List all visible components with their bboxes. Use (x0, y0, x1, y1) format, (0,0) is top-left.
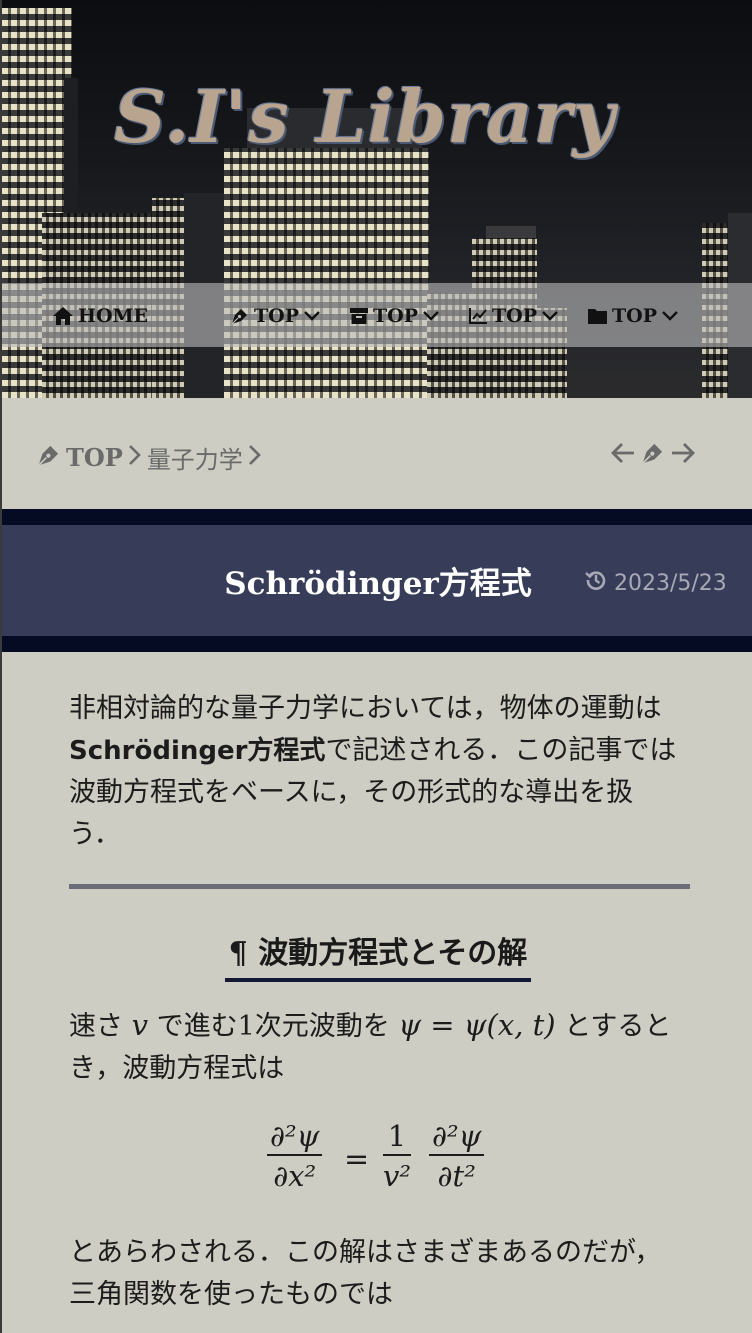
page: S.I's Library HOME TOP TOP TOP TOP TOP 量… (0, 0, 752, 1333)
solution-paragraph: とあらわされる．この解はさまざまあるのだが， 三角関数を使ったものでは (69, 1232, 694, 1316)
nav-home-label: HOME (78, 305, 149, 327)
nav-articles-label: TOP (254, 305, 299, 327)
rhs-numerator: ∂²ψ (432, 1119, 482, 1153)
nav-folders[interactable]: TOP (587, 303, 679, 329)
breadcrumb-category-link[interactable]: 量子力学 (147, 440, 243, 475)
nav-articles[interactable]: TOP (230, 303, 321, 329)
pen-icon[interactable] (640, 440, 666, 470)
lhs-numerator: ∂²ψ (270, 1119, 320, 1153)
intro-paragraph: 非相対論的な量子力学においては，物体の運動は Schrödinger方程式で記述… (69, 688, 694, 856)
schrodinger-term: Schrödinger方程式 (69, 736, 326, 766)
nav-archive-label: TOP (373, 305, 418, 327)
section-heading: ¶ 波動方程式とその解 (2, 928, 752, 982)
wave-text: 速さ (69, 1011, 132, 1042)
pen-icon (36, 442, 62, 474)
section-divider (69, 884, 690, 889)
wave-paragraph: 速さ v で進む1次元波動を ψ = ψ(x, t) とすると き，波動方程式は (69, 1004, 694, 1090)
solution-line: 三角関数を使ったものでは (69, 1279, 393, 1310)
breadcrumb-top-link[interactable]: TOP (66, 443, 123, 472)
title-band-bottom-border (2, 636, 752, 652)
coef-denominator: v² (383, 1159, 412, 1193)
nav-archive[interactable]: TOP (349, 303, 440, 329)
intro-line: 波動方程式をベースに，その形式的な導出を扱 (69, 777, 634, 808)
chevron-right-icon (127, 443, 143, 473)
hero-banner: S.I's Library HOME TOP TOP TOP TOP (2, 0, 752, 398)
intro-line-text: で記述される．この記事では (325, 735, 677, 766)
article-pager (610, 440, 696, 470)
breadcrumb: TOP 量子力学 (36, 440, 263, 475)
nav-charts-label: TOP (492, 305, 537, 327)
lhs-fraction: ∂²ψ ∂x² (267, 1118, 323, 1196)
archive-icon (349, 307, 369, 325)
arrow-right-icon[interactable] (668, 441, 696, 469)
rhs-denominator: ∂t² (437, 1159, 476, 1193)
intro-line: 非相対論的な量子力学においては，物体の運動は (69, 693, 662, 724)
wave-text: とすると (555, 1011, 672, 1042)
wave-equation: ∂²ψ ∂x² = 1 v² ∂²ψ ∂t² (267, 1118, 497, 1208)
lhs-denominator: ∂x² (273, 1159, 317, 1193)
chevron-down-icon (541, 310, 559, 322)
velocity-symbol: v (131, 1008, 148, 1042)
pen-icon (230, 306, 250, 326)
chart-line-icon (468, 307, 488, 325)
chevron-right-icon (247, 443, 263, 473)
nav-charts[interactable]: TOP (468, 303, 559, 329)
chevron-down-icon (303, 310, 321, 322)
site-title[interactable]: S.I's Library (114, 74, 616, 159)
main-nav: HOME TOP TOP TOP TOP (2, 283, 752, 347)
arrow-left-icon[interactable] (610, 441, 638, 469)
intro-line: Schrödinger方程式で記述される．この記事では (69, 730, 694, 772)
coef-numerator: 1 (387, 1119, 407, 1153)
wave-line: 速さ v で進む1次元波動を ψ = ψ(x, t) とすると (69, 1004, 694, 1048)
nav-home[interactable]: HOME (52, 303, 148, 329)
intro-line: う． (69, 819, 121, 850)
home-icon (52, 306, 74, 326)
equals-sign: = (344, 1142, 370, 1177)
wave-line: き，波動方程式は (69, 1053, 285, 1084)
folder-icon (587, 307, 608, 325)
chevron-down-icon (661, 310, 679, 322)
wave-text: で進む1次元波動を (147, 1011, 399, 1042)
post-date: 2023/5/23 (584, 568, 727, 598)
solution-line: とあらわされる．この解はさまざまあるのだが， (69, 1237, 662, 1268)
nav-folders-label: TOP (612, 305, 657, 327)
psi-definition: ψ = ψ(x, t) (398, 1008, 556, 1042)
chevron-down-icon (422, 310, 440, 322)
coefficient-fraction: 1 v² (383, 1118, 412, 1196)
post-date-text: 2023/5/23 (614, 570, 727, 596)
section-heading-text[interactable]: ¶ 波動方程式とその解 (224, 928, 532, 982)
rhs-fraction: ∂²ψ ∂t² (429, 1118, 485, 1196)
history-icon (584, 568, 608, 598)
title-band-top-border (2, 509, 752, 525)
